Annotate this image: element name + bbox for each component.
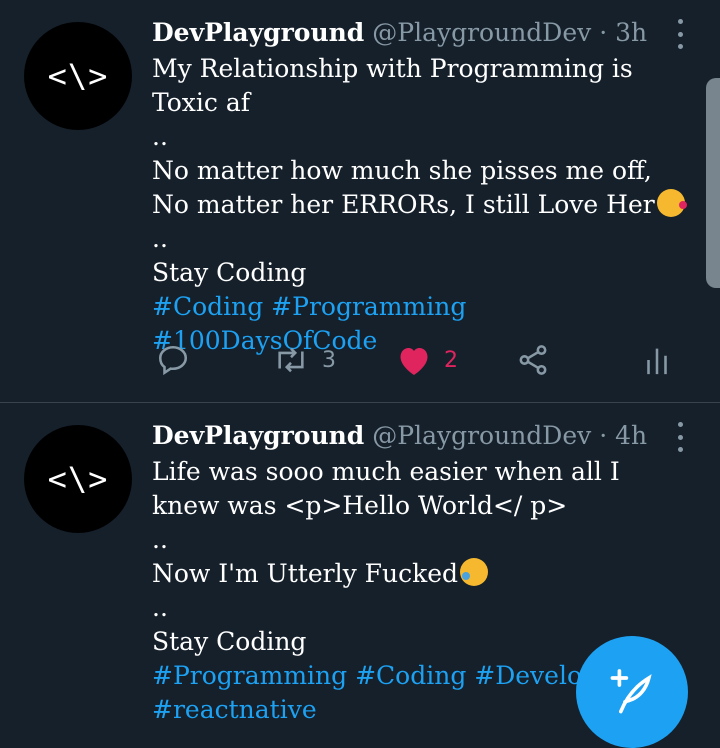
- retweet-count: 3: [322, 347, 336, 373]
- like-count: 2: [444, 347, 458, 373]
- separator: ·: [599, 421, 608, 450]
- avatar[interactable]: <\>: [24, 425, 132, 533]
- avatar[interactable]: <\>: [24, 22, 132, 130]
- share-icon: [519, 345, 547, 375]
- retweet-icon: [278, 347, 304, 373]
- tweet-header: DevPlayground @PlaygroundDev · 3h: [152, 18, 660, 47]
- tweet-line: ..: [152, 525, 168, 554]
- tweet-line: ..: [152, 122, 168, 151]
- tweet-line: ..: [152, 224, 168, 253]
- scrollbar[interactable]: [706, 78, 720, 288]
- like-button[interactable]: 2: [396, 340, 458, 380]
- tweet-line: ..: [152, 593, 168, 622]
- sleepy-emoji-icon: [460, 558, 489, 586]
- kiss-emoji-icon: [656, 189, 687, 217]
- compose-feather-icon: [610, 669, 652, 714]
- separator: ·: [599, 18, 608, 47]
- user-handle[interactable]: @PlaygroundDev: [372, 421, 591, 450]
- heart-icon: [400, 348, 428, 375]
- user-handle[interactable]: @PlaygroundDev: [372, 18, 591, 47]
- more-icon[interactable]: [675, 19, 685, 49]
- display-name[interactable]: DevPlayground: [152, 421, 364, 450]
- analytics-icon: [647, 348, 667, 375]
- compose-tweet-button[interactable]: [576, 636, 688, 748]
- tweet-header: DevPlayground @PlaygroundDev · 4h: [152, 421, 660, 450]
- tweet-line: My Relationship with Programming is Toxi…: [152, 54, 633, 117]
- analytics-button[interactable]: [642, 340, 672, 380]
- reply-button[interactable]: [156, 340, 190, 380]
- tweet-line: Now I'm Utterly Fucked: [152, 557, 690, 591]
- tweet-line: No matter how much she pisses me off, No…: [152, 154, 690, 222]
- tweet-text: My Relationship with Programming is Toxi…: [152, 52, 690, 358]
- share-button[interactable]: [516, 340, 550, 380]
- tweet-line: Stay Coding: [152, 258, 307, 287]
- tweet[interactable]: <\> DevPlayground @PlaygroundDev · 3h My…: [0, 0, 720, 403]
- reply-icon: [158, 345, 188, 376]
- retweet-button[interactable]: 3: [272, 340, 336, 380]
- tweet-line: Life was sooo much easier when all I kne…: [152, 457, 620, 520]
- timestamp[interactable]: 3h: [615, 18, 647, 47]
- display-name[interactable]: DevPlayground: [152, 18, 364, 47]
- more-icon[interactable]: [675, 422, 685, 452]
- timestamp[interactable]: 4h: [615, 421, 647, 450]
- tweet-actions: 3 2: [152, 340, 680, 380]
